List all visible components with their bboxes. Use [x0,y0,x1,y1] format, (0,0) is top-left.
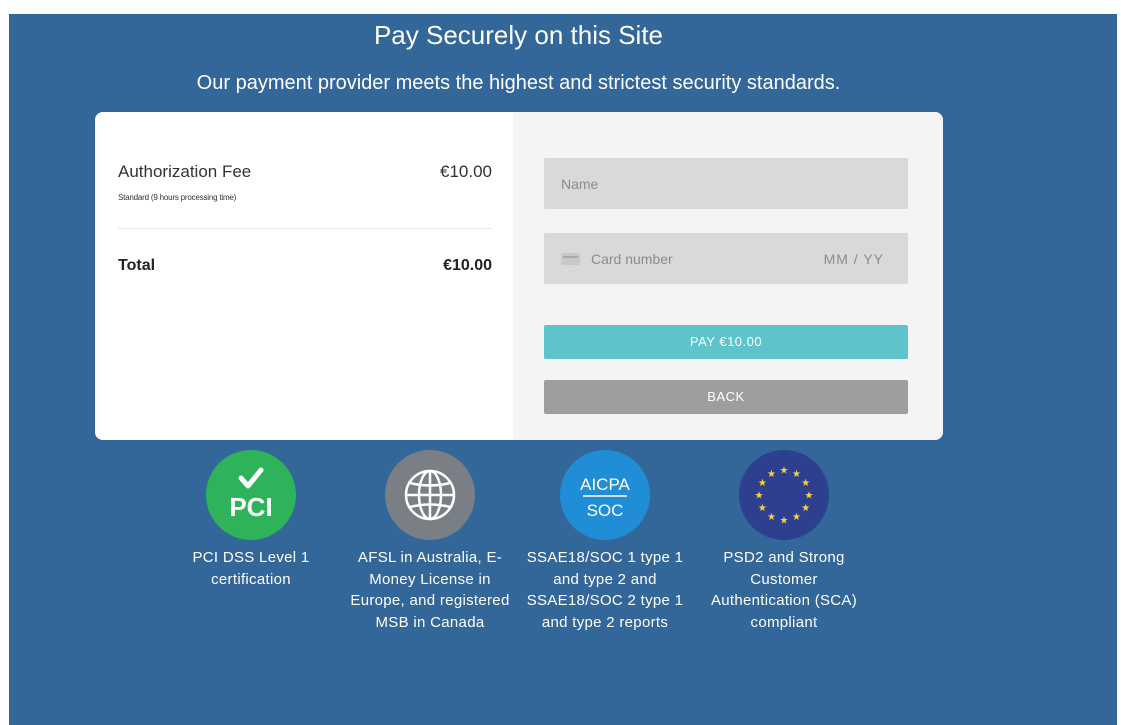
aicpa-icon-text: AICPA [580,475,630,494]
badge-pci: PCI PCI DSS Level 1 certification [166,450,336,590]
credit-card-icon [561,253,580,265]
badge-aicpa-text: SSAE18/SOC 1 type 1 and type 2 and SSAE1… [526,549,684,631]
card-number-placeholder: Card number [591,251,673,267]
badge-afsl: AFSL in Australia, E-Money License in Eu… [345,450,515,633]
item-description: Standard (9 hours processing time) [118,193,237,202]
eu-star: ★ [792,512,801,523]
back-button[interactable]: BACK [544,380,908,414]
badge-aicpa: AICPA SOC SSAE18/SOC 1 type 1 and type 2… [520,450,690,633]
name-input[interactable]: Name [544,158,908,209]
total-label: Total [118,257,156,274]
badge-afsl-text: AFSL in Australia, E-Money License in Eu… [350,549,510,631]
eu-star: ★ [755,491,764,502]
eu-stars-icon: ★ ★ ★ ★ ★ ★ ★ ★ ★ ★ ★ ★ [739,450,829,540]
eu-star: ★ [758,503,767,514]
page-title: Pay Securely on this Site [373,20,664,50]
eu-star: ★ [805,491,814,502]
badge-pci-text: PCI DSS Level 1 certification [192,549,310,588]
eu-star: ★ [801,503,810,514]
item-price: €10.00 [440,162,492,181]
badge-psd2: ★ ★ ★ ★ ★ ★ ★ ★ ★ ★ ★ ★ PSD2 and Strong Customer Au… [699,450,869,633]
eu-star: ★ [767,512,776,523]
eu-star: ★ [780,466,789,477]
eu-star: ★ [780,516,789,527]
eu-star: ★ [801,478,810,489]
badge-psd2-text: PSD2 and Strong Customer Authentication … [710,549,858,631]
pci-icon-text: PCI [229,492,272,522]
expiry-input[interactable]: MM / YY [824,251,884,267]
eu-star: ★ [792,469,801,480]
order-summary: Authorization Fee Standard (9 hours proc… [95,112,513,440]
item-name: Authorization Fee [118,162,252,181]
pay-button[interactable]: PAY €10.00 [544,325,908,359]
pci-icon: PCI [206,450,296,540]
summary-divider [118,228,492,229]
card-number-input[interactable]: Card number MM / YY [544,233,908,284]
aicpa-soc-icon: AICPA SOC [560,450,650,540]
eu-star: ★ [758,478,767,489]
name-placeholder: Name [561,176,599,192]
page-subtitle: Our payment provider meets the highest a… [196,72,841,94]
payment-card: Authorization Fee Standard (9 hours proc… [95,112,943,440]
globe-icon [385,450,475,540]
eu-star: ★ [767,469,776,480]
payment-form: Name Card number MM / YY PAY €10.00 BACK [513,112,943,440]
total-price: €10.00 [443,257,492,274]
soc-icon-text: SOC [587,501,624,520]
